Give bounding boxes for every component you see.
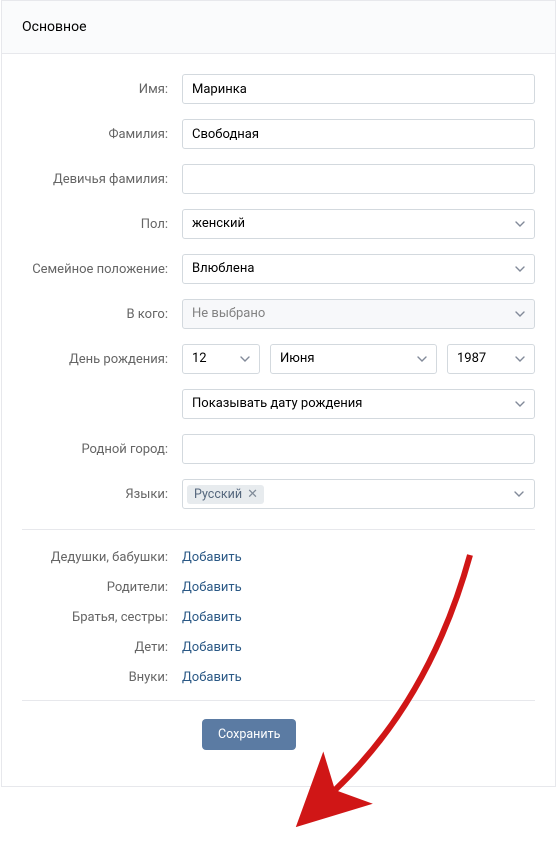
birthday-month-value: Июня xyxy=(270,344,437,374)
birthday-year-value: 1987 xyxy=(447,344,535,374)
gender-value: женский xyxy=(182,209,535,239)
label-gender: Пол: xyxy=(22,217,182,232)
label-birthday: День рождения: xyxy=(22,352,182,367)
add-siblings-link[interactable]: Добавить xyxy=(182,610,242,625)
add-parents-link[interactable]: Добавить xyxy=(182,580,242,595)
relationship-value: Влюблена xyxy=(182,254,535,284)
add-grandchildren-link[interactable]: Добавить xyxy=(182,670,242,685)
row-first-name: Имя: xyxy=(22,74,535,104)
maiden-name-input[interactable] xyxy=(182,164,535,194)
save-button[interactable]: Сохранить xyxy=(202,719,296,750)
birthday-visibility-select[interactable]: Показывать дату рождения xyxy=(182,389,535,419)
label-partner: В кого: xyxy=(22,307,182,322)
hometown-input[interactable] xyxy=(182,434,535,464)
row-parents: Родители: Добавить xyxy=(22,580,535,595)
row-children: Дети: Добавить xyxy=(22,640,535,655)
label-parents: Родители: xyxy=(22,580,182,595)
label-grandchildren: Внуки: xyxy=(22,670,182,685)
languages-input[interactable]: Русский ✕ xyxy=(182,479,535,509)
birthday-year-select[interactable]: 1987 xyxy=(447,344,535,374)
label-last-name: Фамилия: xyxy=(22,127,182,142)
close-icon[interactable]: ✕ xyxy=(247,488,258,501)
settings-panel: Основное Имя: Фамилия: Девичья фамилия: … xyxy=(1,0,556,787)
label-relationship: Семейное положение: xyxy=(22,262,182,277)
label-languages: Языки: xyxy=(22,487,182,502)
label-maiden-name: Девичья фамилия: xyxy=(22,172,182,187)
last-name-input[interactable] xyxy=(182,119,535,149)
row-relationship: Семейное положение: Влюблена xyxy=(22,254,535,284)
birthday-day-value: 12 xyxy=(182,344,260,374)
relationship-select[interactable]: Влюблена xyxy=(182,254,535,284)
panel-header: Основное xyxy=(2,1,555,54)
label-first-name: Имя: xyxy=(22,82,182,97)
form-body: Имя: Фамилия: Девичья фамилия: Пол: женс… xyxy=(2,54,555,786)
footer-area: Сохранить xyxy=(22,700,535,770)
row-siblings: Братья, сестры: Добавить xyxy=(22,610,535,625)
row-gender: Пол: женский xyxy=(22,209,535,239)
row-last-name: Фамилия: xyxy=(22,119,535,149)
row-hometown: Родной город: xyxy=(22,434,535,464)
partner-select[interactable]: Не выбрано xyxy=(182,299,535,329)
row-grandchildren: Внуки: Добавить xyxy=(22,670,535,685)
partner-value: Не выбрано xyxy=(182,299,535,329)
row-languages: Языки: Русский ✕ xyxy=(22,479,535,509)
label-hometown: Родной город: xyxy=(22,442,182,457)
label-siblings: Братья, сестры: xyxy=(22,610,182,625)
page-title: Основное xyxy=(22,19,535,35)
label-grandparents: Дедушки, бабушки: xyxy=(22,550,182,565)
chevron-down-icon xyxy=(514,491,524,497)
row-birthday: День рождения: 12 Июня 1987 xyxy=(22,344,535,374)
birthday-month-select[interactable]: Июня xyxy=(270,344,437,374)
language-tag-label: Русский xyxy=(194,487,242,502)
row-birthday-visibility: Показывать дату рождения xyxy=(22,389,535,419)
section-divider xyxy=(22,529,535,530)
label-children: Дети: xyxy=(22,640,182,655)
add-children-link[interactable]: Добавить xyxy=(182,640,242,655)
language-tag: Русский ✕ xyxy=(187,485,264,504)
add-grandparents-link[interactable]: Добавить xyxy=(182,550,242,565)
row-partner: В кого: Не выбрано xyxy=(22,299,535,329)
birthday-day-select[interactable]: 12 xyxy=(182,344,260,374)
row-maiden-name: Девичья фамилия: xyxy=(22,164,535,194)
gender-select[interactable]: женский xyxy=(182,209,535,239)
row-grandparents: Дедушки, бабушки: Добавить xyxy=(22,550,535,565)
birthday-visibility-value: Показывать дату рождения xyxy=(182,389,535,419)
first-name-input[interactable] xyxy=(182,74,535,104)
